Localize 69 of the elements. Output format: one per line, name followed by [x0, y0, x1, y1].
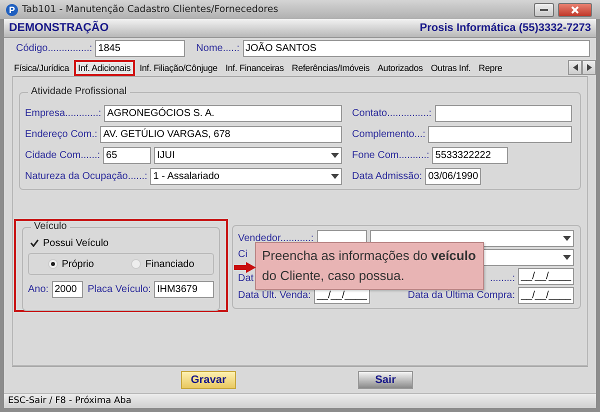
field-label: Vendedor...........:	[238, 232, 314, 244]
radio-button[interactable]	[48, 259, 58, 269]
status-bar: ESC-Sair / F8 - Próxima Aba	[4, 393, 596, 408]
text-field[interactable]	[428, 126, 572, 143]
tab[interactable]: Autorizados	[374, 60, 426, 76]
text-field[interactable]	[434, 105, 572, 122]
minimize-icon	[540, 8, 548, 11]
caret-icon	[331, 174, 340, 179]
checkbox[interactable]	[28, 237, 40, 249]
date-field[interactable]: __/__/____	[518, 268, 574, 285]
minimize-button[interactable]	[534, 2, 554, 16]
dropdown-field[interactable]: 1 - Assalariado	[150, 168, 342, 185]
field-label: Complemento...:	[352, 128, 426, 140]
field-label: Data Últ. Venda:	[238, 290, 311, 302]
scroll-left-button[interactable]	[568, 60, 582, 75]
scroll-right-button[interactable]	[582, 60, 596, 75]
text-field[interactable]: 65	[103, 147, 152, 164]
tab[interactable]: Física/Jurídica	[11, 60, 72, 76]
app-logo: P	[6, 4, 18, 16]
checkbox-label: Possui Veículo	[43, 238, 109, 248]
date-field[interactable]: 03/06/1990	[425, 168, 482, 185]
arrow-icon	[234, 262, 256, 273]
field-label: Placa Veículo:	[88, 284, 151, 296]
left-arrow-icon	[572, 64, 578, 71]
field-label: Código...............:	[16, 42, 92, 54]
dropdown-field[interactable]: IJUI	[154, 147, 342, 164]
tab[interactable]: Outras Inf.	[428, 60, 474, 76]
window-title: Tab101 - Manutenção Cadastro Clientes/Fornecedores	[22, 4, 280, 15]
close-button[interactable]	[558, 2, 592, 16]
field-label: Contato...............:	[352, 108, 432, 120]
field-label: Dat	[238, 273, 254, 285]
text-field[interactable]: JOÃO SANTOS	[242, 40, 590, 57]
text-field[interactable]: 2000	[52, 281, 83, 298]
company-name: DEMONSTRAÇÃO	[9, 22, 109, 34]
date-field[interactable]: __/__/____	[518, 287, 574, 304]
exit-button[interactable]: Sair	[358, 371, 413, 389]
radio-button[interactable]	[131, 259, 142, 269]
field-label: Natureza da Ocupação......:	[25, 170, 148, 182]
field-label: Ano:	[28, 284, 49, 296]
radio-label: Próprio	[62, 258, 94, 270]
right-arrow-icon	[586, 64, 592, 71]
tab[interactable]: Repre	[476, 60, 506, 76]
caret-icon	[331, 153, 340, 158]
caret-icon	[563, 255, 571, 260]
text-field[interactable]: IHM3679	[154, 281, 214, 298]
field-label: Empresa............:	[25, 108, 102, 120]
text-field[interactable]: 5533322222	[432, 147, 508, 164]
field-label: Data Admissão:	[352, 170, 422, 182]
text-field[interactable]: AGRONEGÓCIOS S. A.	[104, 105, 342, 122]
save-button[interactable]: Gravar	[181, 371, 236, 389]
check-icon	[30, 239, 38, 247]
field-label: Nome.....:	[196, 42, 240, 54]
field-label: Cidade Com......:	[25, 150, 100, 162]
caret-icon	[563, 236, 571, 241]
field-label: Ci	[238, 249, 248, 261]
tab[interactable]: Inf. Adicionais	[74, 60, 135, 76]
field-label: Endereço Com.:	[25, 128, 98, 140]
radio-label: Financiado	[145, 258, 194, 270]
tab[interactable]: Inf. Filiação/Cônjuge	[136, 60, 220, 76]
tab[interactable]: Referências/Imóveis	[288, 60, 372, 76]
close-icon	[571, 6, 579, 14]
text-field[interactable]: 1845	[95, 40, 186, 57]
text-field[interactable]: AV. GETÚLIO VARGAS, 678	[100, 126, 342, 143]
tooltip: Preencha as informações do veículo do Cliente, caso possua.	[255, 242, 484, 290]
field-label: Data da Última Compra:	[408, 290, 515, 302]
tab[interactable]: Inf. Financeiras	[222, 60, 287, 76]
vendor-contact: Prosis Informática (55)3332-7273	[420, 22, 591, 34]
field-label: Fone Com..........:	[352, 150, 430, 162]
field-label: ........:	[490, 273, 515, 285]
